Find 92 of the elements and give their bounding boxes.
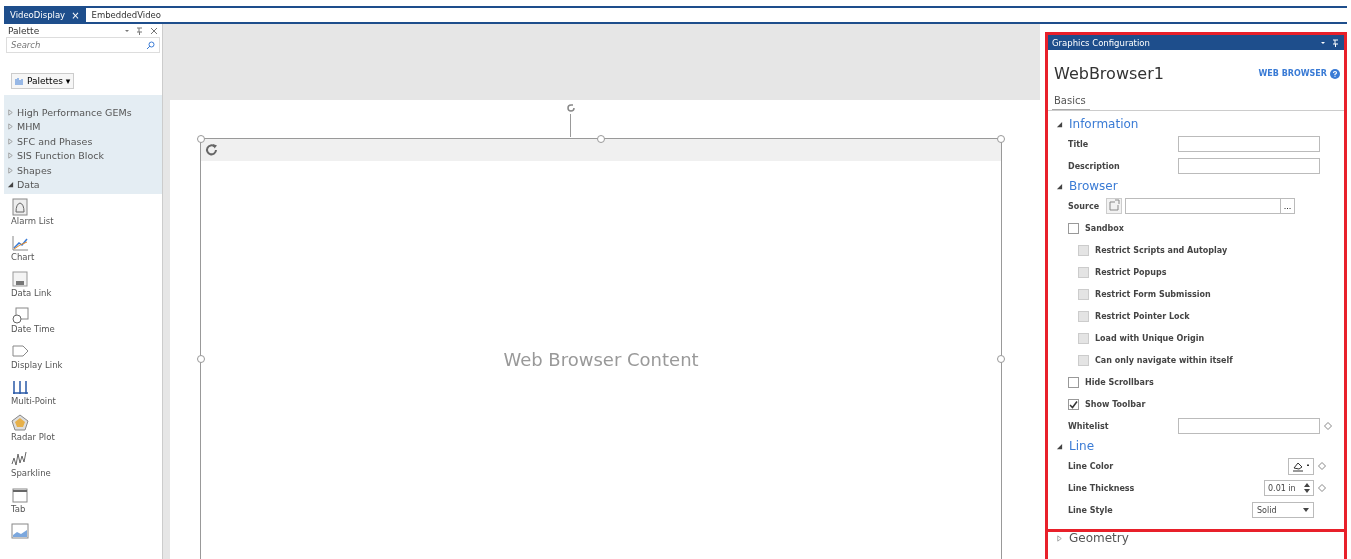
document-tab[interactable]: VideoDisplay × xyxy=(4,8,86,22)
checkbox[interactable] xyxy=(1068,398,1079,410)
multipoint-icon[interactable] xyxy=(11,378,29,396)
collapsed-triangle-icon[interactable] xyxy=(7,166,14,174)
collapsed-triangle-icon[interactable] xyxy=(7,137,14,145)
radar-icon[interactable] xyxy=(11,414,29,432)
displaylink-icon[interactable] xyxy=(11,342,29,360)
palette-item-label[interactable]: Multi-Point xyxy=(11,396,162,406)
section-header[interactable]: Geometry xyxy=(1069,532,1129,545)
text-field[interactable] xyxy=(1178,158,1320,174)
palette-item-label[interactable]: Data Link xyxy=(11,288,162,298)
tree-item[interactable]: Shapes xyxy=(17,164,52,176)
rotate-handle-icon[interactable] xyxy=(566,103,576,113)
tree-item[interactable]: SFC and Phases xyxy=(17,135,93,147)
help-icon[interactable] xyxy=(1330,68,1340,79)
datetime-icon[interactable] xyxy=(11,306,29,324)
object-name: WebBrowser1 xyxy=(1054,64,1164,83)
link-icon[interactable] xyxy=(1106,198,1122,214)
checkbox-label: Sandbox xyxy=(1085,223,1124,233)
diamond-icon[interactable] xyxy=(1324,422,1332,430)
checkbox-label: Load with Unique Origin xyxy=(1095,333,1205,343)
checkbox[interactable] xyxy=(1068,376,1079,388)
spinner-arrows-icon[interactable] xyxy=(1304,483,1310,493)
checkbox[interactable] xyxy=(1068,222,1079,234)
placeholder-text: Web Browser Content xyxy=(502,349,700,370)
panel-controls-icon[interactable] xyxy=(1320,38,1340,47)
panel-title: Palette xyxy=(8,25,40,36)
checkbox-label: Show Toolbar xyxy=(1085,399,1146,409)
section-header[interactable]: Line xyxy=(1069,439,1094,453)
resize-handle[interactable] xyxy=(597,135,605,143)
checkbox-label: Can only navigate within itself xyxy=(1095,355,1233,365)
palette-item-label[interactable]: Chart xyxy=(11,252,162,262)
collapsed-triangle-icon[interactable] xyxy=(7,152,14,160)
thickness-spinner[interactable]: 0.01 in xyxy=(1264,480,1314,496)
palettes-button[interactable]: Palettes ▾ xyxy=(11,73,75,89)
tree-item[interactable]: MHM xyxy=(17,121,41,133)
collapsed-triangle-icon[interactable] xyxy=(1056,535,1063,542)
expanded-triangle-icon[interactable] xyxy=(1056,442,1063,450)
field-label: Description xyxy=(1068,161,1121,171)
resize-handle[interactable] xyxy=(997,135,1005,143)
resize-handle[interactable] xyxy=(997,355,1005,363)
palette-item-label[interactable]: Tab xyxy=(11,504,162,514)
tab-icon[interactable] xyxy=(11,486,29,504)
resize-handle[interactable] xyxy=(197,355,205,363)
checkbox-label: Restrict Form Submission xyxy=(1095,289,1211,299)
refresh-icon[interactable] xyxy=(205,143,219,157)
field-label: Line Thickness xyxy=(1068,483,1136,493)
collapsed-triangle-icon[interactable] xyxy=(7,123,14,131)
tree-item[interactable]: High Performance GEMs xyxy=(17,106,132,118)
sparkline-icon[interactable] xyxy=(11,450,29,468)
field-label: Line Color xyxy=(1068,461,1115,471)
trend-icon[interactable] xyxy=(11,522,29,540)
chart-icon[interactable] xyxy=(11,234,29,252)
section-header[interactable]: Browser xyxy=(1069,179,1118,193)
expanded-triangle-icon[interactable] xyxy=(1056,120,1063,128)
tree-item[interactable]: SIS Function Block xyxy=(17,150,104,162)
tree-item[interactable]: Data xyxy=(17,179,40,191)
expanded-triangle-icon[interactable] xyxy=(1056,182,1063,190)
search-field[interactable]: Search xyxy=(11,40,146,50)
palette-item-label[interactable]: Sparkline xyxy=(11,468,162,478)
panel-title: Graphics Configuration xyxy=(1052,37,1150,48)
section-header[interactable]: Information xyxy=(1069,117,1139,131)
field-label: Source xyxy=(1068,201,1101,211)
panel-controls-icon[interactable] xyxy=(124,26,158,35)
color-picker-button[interactable] xyxy=(1288,457,1314,475)
alarm-icon[interactable] xyxy=(11,198,29,216)
diamond-icon[interactable] xyxy=(1318,484,1326,492)
collapsed-triangle-icon[interactable] xyxy=(7,108,14,116)
library-icon xyxy=(15,76,24,86)
checkbox-label: Restrict Pointer Lock xyxy=(1095,311,1190,321)
object-type-link[interactable]: WEB BROWSER xyxy=(1258,68,1340,79)
field-label: Line Style xyxy=(1068,505,1114,515)
text-field[interactable] xyxy=(1178,418,1320,434)
resize-handle[interactable] xyxy=(197,135,205,143)
search-icon[interactable] xyxy=(146,40,155,50)
search-box[interactable]: Search xyxy=(6,37,160,53)
checkbox-label: Hide Scrollbars xyxy=(1085,377,1154,387)
line-style-dropdown[interactable]: Solid xyxy=(1252,502,1314,518)
text-field[interactable] xyxy=(1178,136,1320,152)
checkbox-label: Restrict Popups xyxy=(1095,267,1167,277)
diamond-icon[interactable] xyxy=(1318,462,1326,470)
palette-item-label[interactable]: Radar Plot xyxy=(11,432,162,442)
palette-item-label[interactable]: Display Link xyxy=(11,360,162,370)
expanded-triangle-icon[interactable] xyxy=(7,181,14,189)
paint-bucket-icon xyxy=(1291,460,1311,472)
field-label: Title xyxy=(1068,139,1090,149)
datalink-icon[interactable] xyxy=(11,270,29,288)
checkbox-label: Restrict Scripts and Autoplay xyxy=(1095,245,1228,255)
palette-item-label[interactable]: Date Time xyxy=(11,324,162,334)
caret-icon[interactable] xyxy=(1303,508,1309,512)
field-label: Whitelist xyxy=(1068,421,1110,431)
palette-item-label[interactable]: Alarm List xyxy=(11,216,162,226)
